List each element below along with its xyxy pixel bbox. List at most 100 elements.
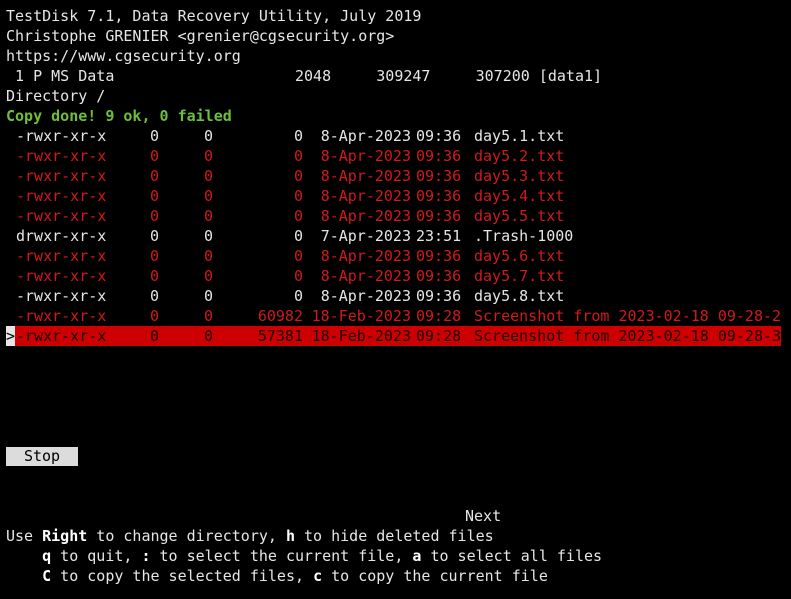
- file-name: day5.6.txt: [474, 247, 565, 265]
- file-time: 09:36: [416, 167, 462, 185]
- file-time: 09:36: [416, 207, 462, 225]
- key-right: Right: [42, 527, 88, 545]
- file-name: day5.3.txt: [474, 167, 565, 185]
- file-time: 09:36: [416, 247, 462, 265]
- file-perm: -rwxr-xr-x: [16, 267, 107, 285]
- file-name: day5.4.txt: [474, 187, 565, 205]
- website-line: https://www.cgsecurity.org: [6, 47, 241, 65]
- file-gid: 0: [203, 307, 213, 325]
- key-colon: :: [141, 547, 151, 565]
- file-perm: -rwxr-xr-x: [16, 287, 107, 305]
- file-date: 8-Apr-2023: [320, 127, 411, 145]
- file-gid: 0: [203, 247, 213, 265]
- file-row[interactable]: -rwxr-xr-x 0 0 60982 18-Feb-2023 09:28 Screens…: [6, 306, 781, 326]
- file-row[interactable]: -rwxr-xr-x 0 0 0 8-Apr-2023 09:36 day5.8.txt: [6, 286, 781, 306]
- key-q: q: [42, 547, 52, 565]
- app-title: TestDisk 7.1, Data Recovery Utility, Jul…: [6, 7, 422, 25]
- key-h: h: [285, 527, 295, 545]
- file-time: 09:28: [416, 327, 462, 345]
- file-date: 8-Apr-2023: [320, 247, 411, 265]
- file-row[interactable]: -rwxr-xr-x 0 0 0 8-Apr-2023 09:36 day5.3.txt: [6, 166, 781, 186]
- file-uid: 0: [149, 207, 159, 225]
- file-perm: -rwxr-xr-x: [16, 187, 107, 205]
- file-date: 7-Apr-2023: [320, 227, 411, 245]
- file-uid: 0: [149, 167, 159, 185]
- file-perm: -rwxr-xr-x: [16, 127, 107, 145]
- file-row[interactable]: -rwxr-xr-x 0 0 0 8-Apr-2023 09:36 day5.7.txt: [6, 266, 781, 286]
- file-gid: 0: [203, 167, 213, 185]
- file-date: 18-Feb-2023: [311, 327, 411, 345]
- file-uid: 0: [149, 287, 159, 305]
- file-date: 18-Feb-2023: [311, 307, 411, 325]
- file-perm: -rwxr-xr-x: [16, 327, 107, 345]
- file-gid: 0: [203, 267, 213, 285]
- help-line-2: q to quit, : to select the current file,…: [42, 547, 603, 565]
- file-uid: 0: [149, 187, 159, 205]
- file-time: 09:36: [416, 127, 462, 145]
- file-time: 09:36: [416, 287, 462, 305]
- file-uid: 0: [149, 307, 159, 325]
- file-size: 0: [293, 287, 303, 305]
- file-uid: 0: [149, 327, 159, 345]
- file-row[interactable]: drwxr-xr-x 0 0 0 7-Apr-2023 23:51 .Trash-1000: [6, 226, 781, 246]
- file-perm: -rwxr-xr-x: [16, 207, 107, 225]
- file-perm: -rwxr-xr-x: [16, 307, 107, 325]
- file-perm: drwxr-xr-x: [16, 227, 107, 245]
- next-link[interactable]: Next: [465, 506, 501, 526]
- file-row[interactable]: -rwxr-xr-x 0 0 0 8-Apr-2023 09:36 day5.2.txt: [6, 146, 781, 166]
- file-date: 8-Apr-2023: [320, 187, 411, 205]
- file-time: 23:51: [416, 227, 462, 245]
- file-uid: 0: [149, 147, 159, 165]
- file-name: day5.5.txt: [474, 207, 565, 225]
- file-size: 0: [293, 187, 303, 205]
- file-gid: 0: [203, 147, 213, 165]
- file-perm: -rwxr-xr-x: [16, 247, 107, 265]
- file-gid: 0: [203, 327, 213, 345]
- file-size: 0: [293, 147, 303, 165]
- file-date: 8-Apr-2023: [320, 207, 411, 225]
- file-name: Screenshot from 2023-02-18 09-28-3: [474, 327, 782, 345]
- file-row[interactable]: -rwxr-xr-x 0 0 0 8-Apr-2023 09:36 day5.4.txt: [6, 186, 781, 206]
- file-gid: 0: [203, 127, 213, 145]
- file-uid: 0: [149, 127, 159, 145]
- file-name: day5.1.txt: [474, 127, 565, 145]
- file-name: day5.7.txt: [474, 267, 565, 285]
- file-name: Screenshot from 2023-02-18 09-28-2: [474, 307, 782, 325]
- file-size: 60982: [257, 307, 303, 325]
- author-line: Christophe GRENIER <grenier@cgsecurity.o…: [6, 27, 395, 45]
- file-uid: 0: [149, 247, 159, 265]
- file-size: 0: [293, 167, 303, 185]
- file-gid: 0: [203, 227, 213, 245]
- partition-info: 1 P MS Data 2048 309247 307200 [data1]: [6, 67, 603, 85]
- file-gid: 0: [203, 187, 213, 205]
- file-date: 8-Apr-2023: [320, 167, 411, 185]
- help-line-3: C to copy the selected files, c to copy …: [42, 567, 548, 585]
- file-row[interactable]: -rwxr-xr-x 0 0 0 8-Apr-2023 09:36 day5.5.txt: [6, 206, 781, 226]
- file-date: 8-Apr-2023: [320, 147, 411, 165]
- directory-path: Directory /: [6, 87, 106, 105]
- file-size: 57381: [257, 327, 303, 345]
- file-size: 0: [293, 127, 303, 145]
- file-row[interactable]: > -rwxr-xr-x 0 0 57381 18-Feb-2023 09:28 Screen…: [6, 326, 781, 346]
- help-line-1: Use Right to change directory, h to hide…: [6, 527, 494, 545]
- file-name: .Trash-1000: [474, 227, 574, 245]
- file-name: day5.2.txt: [474, 147, 565, 165]
- file-gid: 0: [203, 207, 213, 225]
- file-row[interactable]: -rwxr-xr-x 0 0 0 8-Apr-2023 09:36 day5.6.txt: [6, 246, 781, 266]
- file-row[interactable]: -rwxr-xr-x 0 0 0 8-Apr-2023 09:36 day5.1.txt: [6, 126, 781, 146]
- file-uid: 0: [149, 227, 159, 245]
- file-perm: -rwxr-xr-x: [16, 167, 107, 185]
- file-time: 09:36: [416, 147, 462, 165]
- file-uid: 0: [149, 267, 159, 285]
- key-C: C: [42, 567, 52, 585]
- file-date: 8-Apr-2023: [320, 287, 411, 305]
- file-perm: -rwxr-xr-x: [16, 147, 107, 165]
- file-size: 0: [293, 247, 303, 265]
- selection-cursor: >: [6, 326, 16, 346]
- file-name: day5.8.txt: [474, 287, 565, 305]
- file-time: 09:28: [416, 307, 462, 325]
- stop-button[interactable]: Stop: [6, 447, 78, 466]
- file-time: 09:36: [416, 187, 462, 205]
- file-size: 0: [293, 227, 303, 245]
- file-size: 0: [293, 207, 303, 225]
